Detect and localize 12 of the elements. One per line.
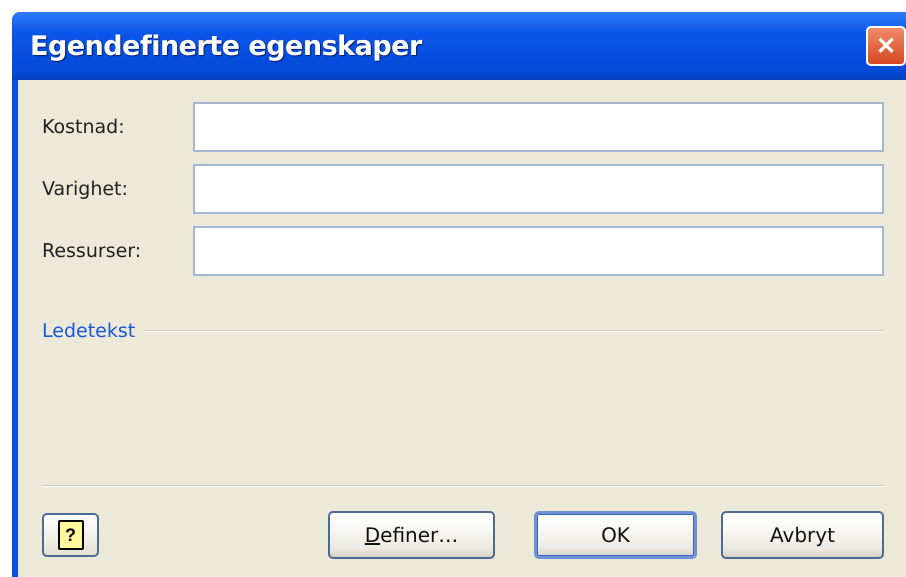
help-button[interactable]: ?	[42, 513, 99, 557]
field-label: Kostnad:	[42, 116, 126, 138]
window-title: Egendefinerte egenskaper	[30, 30, 422, 62]
input-field[interactable]	[193, 226, 884, 276]
input-field[interactable]	[193, 164, 884, 214]
ok-button[interactable]: OK	[534, 511, 697, 559]
field-label: Varighet:	[42, 178, 129, 200]
section-title: Ledetekst	[42, 320, 136, 342]
define-button[interactable]: Definer…	[328, 511, 495, 559]
cancel-button[interactable]: Avbryt	[721, 511, 884, 559]
field-label: Ressurser:	[42, 240, 142, 262]
input-field[interactable]	[193, 102, 884, 152]
